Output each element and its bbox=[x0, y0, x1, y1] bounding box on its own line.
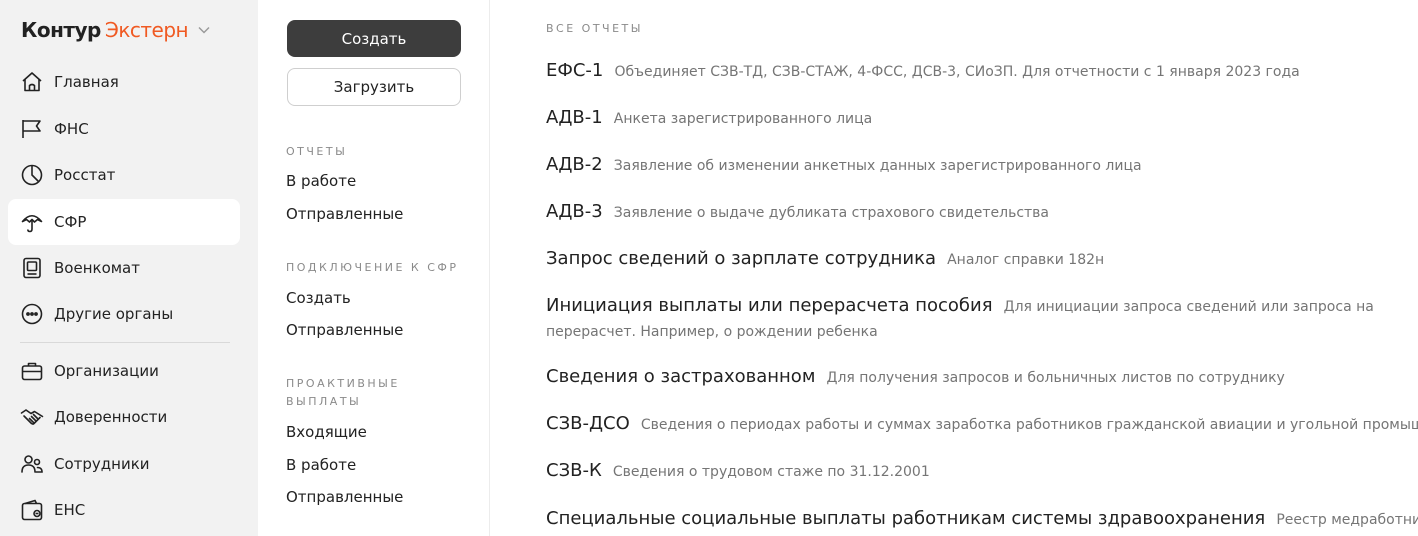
sidebar-divider bbox=[20, 342, 230, 343]
sidebar-item-organizations[interactable]: Организации bbox=[8, 348, 240, 394]
sidebar-item-label: ФНС bbox=[54, 120, 89, 138]
report-name: ЕФС-1 bbox=[546, 60, 604, 81]
sidebar-item-home[interactable]: Главная bbox=[8, 59, 240, 105]
menu-link-reports-in-progress[interactable]: В работе bbox=[286, 172, 356, 190]
sidebar-item-label: Росстат bbox=[54, 166, 116, 184]
sidebar-item-label: ЕНС bbox=[54, 501, 86, 519]
report-name: АДВ-1 bbox=[546, 107, 603, 128]
report-item[interactable]: Специальные социальные выплаты работника… bbox=[546, 507, 1418, 532]
sidebar-item-label: Главная bbox=[54, 73, 119, 91]
report-item[interactable]: АДВ-2 Заявление об изменении анкетных да… bbox=[546, 153, 1418, 178]
report-description: Реестр медработников для назначения выпл… bbox=[1276, 512, 1418, 528]
reports-list: ВСЕ ОТЧЕТЫ ЕФС-1 Объединяет СЗВ-ТД, СЗВ-… bbox=[490, 0, 1418, 536]
id-card-icon bbox=[19, 255, 45, 281]
report-item[interactable]: Сведения о застрахованном Для получения … bbox=[546, 365, 1418, 390]
app-logo[interactable]: Контур Экстерн bbox=[21, 15, 210, 45]
sidebar-item-sfr[interactable]: СФР bbox=[8, 199, 240, 245]
sidebar-item-ens[interactable]: ЕНС bbox=[8, 487, 240, 533]
report-description: Заявление о выдаче дубликата страхового … bbox=[613, 205, 1049, 221]
report-name: Запрос сведений о зарплате сотрудника bbox=[546, 248, 937, 269]
report-item[interactable]: Запрос сведений о зарплате сотрудника Ан… bbox=[546, 247, 1418, 272]
report-name: Инициация выплаты или перерасчета пособи… bbox=[546, 295, 993, 316]
report-item[interactable]: Инициация выплаты или перерасчета пособи… bbox=[546, 294, 1418, 344]
logo-extern: Экстерн bbox=[104, 18, 189, 42]
sidebar: Контур Экстерн Главная ФНС Росстат СФР В… bbox=[0, 0, 258, 536]
report-item[interactable]: АДВ-1 Анкета зарегистрированного лица bbox=[546, 106, 1418, 131]
report-description: Сведения о периодах работы и суммах зара… bbox=[640, 417, 1418, 433]
logo-kontur: Контур bbox=[21, 18, 101, 42]
menu-link-payments-sent[interactable]: Отправленные bbox=[286, 488, 403, 506]
create-button[interactable]: Создать bbox=[287, 20, 461, 57]
menu-link-reports-sent[interactable]: Отправленные bbox=[286, 205, 403, 223]
report-description: Заявление об изменении анкетных данных з… bbox=[613, 158, 1142, 174]
report-item[interactable]: ЕФС-1 Объединяет СЗВ-ТД, СЗВ-СТАЖ, 4-ФСС… bbox=[546, 59, 1418, 84]
sidebar-item-label: Организации bbox=[54, 362, 159, 380]
report-description: Сведения о трудовом стаже по 31.12.2001 bbox=[612, 464, 930, 480]
more-circle-icon bbox=[19, 301, 45, 327]
report-description: Для получения запросов и больничных лист… bbox=[826, 370, 1285, 386]
sidebar-item-powers-of-attorney[interactable]: Доверенности bbox=[8, 394, 240, 440]
report-name: АДВ-2 bbox=[546, 154, 603, 175]
section-title-reports: ОТЧЕТЫ bbox=[286, 145, 348, 158]
pie-chart-icon bbox=[19, 162, 45, 188]
menu-link-connection-create[interactable]: Создать bbox=[286, 289, 351, 307]
upload-button[interactable]: Загрузить bbox=[287, 68, 461, 106]
menu-link-connection-sent[interactable]: Отправленные bbox=[286, 321, 403, 339]
chevron-down-icon[interactable] bbox=[198, 26, 210, 34]
users-icon bbox=[19, 451, 45, 477]
section-title-proactive-payments: ПРОАКТИВНЫЕ ВЫПЛАТЫ bbox=[286, 377, 400, 408]
wallet-icon bbox=[19, 497, 45, 523]
secondary-menu: Создать Загрузить ОТЧЕТЫ В работе Отправ… bbox=[258, 0, 490, 536]
report-item[interactable]: АДВ-3 Заявление о выдаче дубликата страх… bbox=[546, 200, 1418, 225]
sidebar-item-label: Военкомат bbox=[54, 259, 140, 277]
sidebar-item-fns[interactable]: ФНС bbox=[8, 106, 240, 152]
report-name: Сведения о застрахованном bbox=[546, 366, 816, 387]
sidebar-item-label: Сотрудники bbox=[54, 455, 150, 473]
sidebar-item-label: СФР bbox=[54, 213, 87, 231]
report-item[interactable]: СЗВ-ДСО Сведения о периодах работы и сум… bbox=[546, 412, 1418, 437]
home-icon bbox=[19, 69, 45, 95]
report-description: Объединяет СЗВ-ТД, СЗВ-СТАЖ, 4-ФСС, ДСВ-… bbox=[614, 64, 1300, 80]
briefcase-icon bbox=[19, 358, 45, 384]
sidebar-item-employees[interactable]: Сотрудники bbox=[8, 441, 240, 487]
reports-heading: ВСЕ ОТЧЕТЫ bbox=[546, 22, 643, 35]
menu-link-payments-in-progress[interactable]: В работе bbox=[286, 456, 356, 474]
handshake-icon bbox=[19, 404, 45, 430]
menu-link-payments-incoming[interactable]: Входящие bbox=[286, 423, 367, 441]
sidebar-item-other-bodies[interactable]: Другие органы bbox=[8, 291, 240, 337]
section-title-sfr-connection: ПОДКЛЮЧЕНИЕ К СФР bbox=[286, 261, 459, 274]
report-description: Аналог справки 182н bbox=[947, 252, 1105, 268]
report-name: СЗВ-ДСО bbox=[546, 413, 630, 434]
report-name: АДВ-3 bbox=[546, 201, 603, 222]
report-name: СЗВ-К bbox=[546, 460, 602, 481]
report-item[interactable]: СЗВ-К Сведения о трудовом стаже по 31.12… bbox=[546, 459, 1418, 484]
umbrella-icon bbox=[19, 209, 45, 235]
sidebar-item-rosstat[interactable]: Росстат bbox=[8, 152, 240, 198]
report-name: Специальные социальные выплаты работника… bbox=[546, 508, 1266, 529]
sidebar-item-label: Другие органы bbox=[54, 305, 174, 323]
report-description: Анкета зарегистрированного лица bbox=[613, 111, 873, 127]
sidebar-item-voenkomat[interactable]: Военкомат bbox=[8, 245, 240, 291]
sidebar-item-label: Доверенности bbox=[54, 408, 168, 426]
flag-icon bbox=[19, 116, 45, 142]
